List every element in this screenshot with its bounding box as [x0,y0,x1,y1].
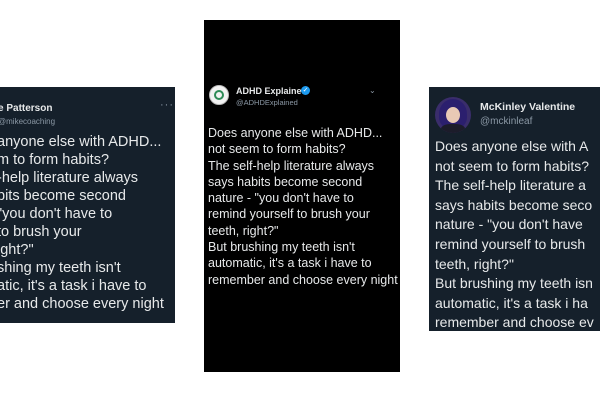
tweet-line: automatic, it's a task i have to [208,256,372,271]
tweet-line: But brushing my teeth isn [435,275,593,292]
tweet-line: er and choose every night [0,296,164,312]
tweet-line: -help literature always [0,170,139,186]
avatar[interactable] [209,85,229,105]
tweet-line: m to form habits? [0,152,110,168]
tweet-line: automatic, it's a task i ha [435,294,588,311]
tweet-line: Does anyone else with A [435,138,589,154]
tweet-text: Does anyone else with A not seem to form… [435,137,594,331]
tweet-line: The self-help literature a [435,177,586,194]
tweet-line: Does anyone else with ADHD... [208,126,383,140]
tweet-line: says habits become second [208,174,363,189]
tweet-line: anyone else with ADHD... [0,134,162,150]
tweet-line: remember and choose every night [208,272,398,287]
tweet-line: remember and choose ev [435,314,594,331]
tweet-line: not seem to form habits? [208,142,346,157]
more-options-icon[interactable]: ··· [160,99,174,111]
tweet-line: remind yourself to brush [435,235,586,252]
tweet-text: anyone else with ADHD... m to form habit… [0,133,164,313]
tweet-line: nature - "you don't have to [208,191,354,206]
tweet-line: "you don't have to [0,206,113,222]
author-name[interactable]: McKinley Valentine [480,101,575,113]
avatar-face [446,107,460,123]
author-handle[interactable]: @mikecoaching [0,117,55,126]
author-handle[interactable]: @mckinleaf [480,116,532,127]
author-handle[interactable]: @ADHDExplained [236,98,298,107]
tweet-line: teeth, right?" [435,255,514,272]
tweet-card-middle[interactable]: ADHD Explained ✓ @ADHDExplained ⌄ Does a… [204,20,400,372]
tweet-line: to brush your [0,224,82,240]
tweet-line: not seem to form habits? [435,157,590,174]
tweet-text: Does anyone else with ADHD... not seem t… [208,125,398,288]
chevron-down-icon[interactable]: ⌄ [369,86,376,95]
avatar[interactable] [435,97,471,133]
logo-icon [214,90,224,100]
tweet-line: ight?" [0,242,34,258]
tweet-line: nature - "you don't have [435,216,583,233]
tweet-line: The self-help literature always [208,158,375,173]
avatar-shirt [441,124,465,133]
tweet-line: bits become second [0,188,126,204]
tweet-line: shing my teeth isn't [0,260,121,276]
tweet-line: teeth, right?" [208,223,279,238]
tweet-line: But brushing my teeth isn't [208,240,355,255]
tweet-card-right[interactable]: McKinley Valentine @mckinleaf Does anyon… [429,87,600,331]
tweet-line: says habits become seco [435,196,593,213]
tweet-card-left[interactable]: e Patterson @mikecoaching ··· anyone els… [0,87,175,323]
author-name[interactable]: e Patterson [0,103,52,114]
tweet-line: atic, it's a task i have to [0,278,147,294]
verified-badge-icon: ✓ [301,86,310,95]
tweet-line: remind yourself to brush your [208,207,370,222]
author-name[interactable]: ADHD Explained [236,86,307,96]
